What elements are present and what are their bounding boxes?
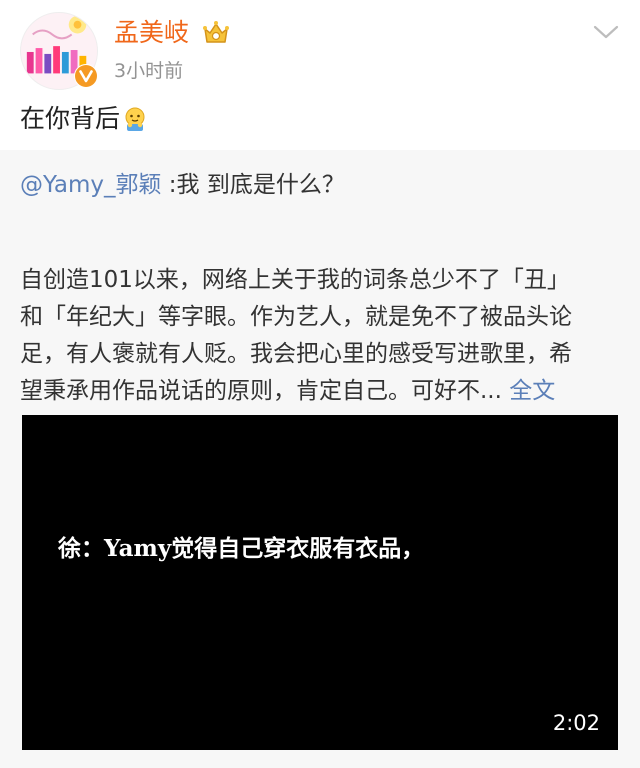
full-text-link[interactable]: 全文	[509, 378, 555, 404]
repost-body-line: 自创造101以来，网络上关于我的词条总少不了「丑」	[20, 267, 570, 293]
verified-v-icon	[75, 65, 97, 87]
video-player[interactable]: 徐：Yamy觉得自己穿衣服有衣品， 2:02	[22, 415, 618, 750]
verified-badge	[74, 64, 98, 88]
author-name[interactable]: 孟美岐	[114, 16, 189, 50]
post-text-content: 在你背后	[20, 104, 121, 133]
vip-crown-icon	[203, 21, 229, 43]
repost-body-truncated: 望秉承用作品说话的原则，肯定自己。可好不...	[20, 378, 502, 404]
repost-body-line: 足，有人褒就有人贬。我会把心里的感受写进歌里，希	[20, 341, 572, 367]
chevron-down-icon[interactable]	[592, 22, 620, 42]
video-duration: 2:02	[552, 711, 600, 735]
shy-face-emoji-icon	[125, 107, 145, 131]
repost-body-line: 和「年纪大」等字眼。作为艺人，就是免不了被品头论	[20, 304, 572, 330]
repost-header: @Yamy_郭颖 :我 到底是什么？	[20, 168, 345, 202]
video-subtitle: 徐：Yamy觉得自己穿衣服有衣品，	[58, 535, 425, 562]
mention-link[interactable]: @Yamy_郭颖	[20, 172, 162, 198]
repost-card[interactable]: @Yamy_郭颖 :我 到底是什么？ 自创造101以来，网络上关于我的词条总少不…	[0, 150, 640, 768]
post-header: 孟美岐 3小时前	[0, 0, 640, 100]
repost-body: 自创造101以来，网络上关于我的词条总少不了「丑」 和「年纪大」等字眼。作为艺人…	[20, 262, 626, 410]
repost-quote: :我 到底是什么？	[161, 172, 345, 198]
post-time: 3小时前	[114, 60, 184, 82]
weibo-post-page: 孟美岐 3小时前 在你背后 @Yamy_郭颖 :我 到底是什么？ 自创造101以…	[0, 0, 640, 768]
post-text: 在你背后	[20, 101, 148, 137]
repost-body-line-last: 望秉承用作品说话的原则，肯定自己。可好不... 全文	[20, 373, 626, 410]
